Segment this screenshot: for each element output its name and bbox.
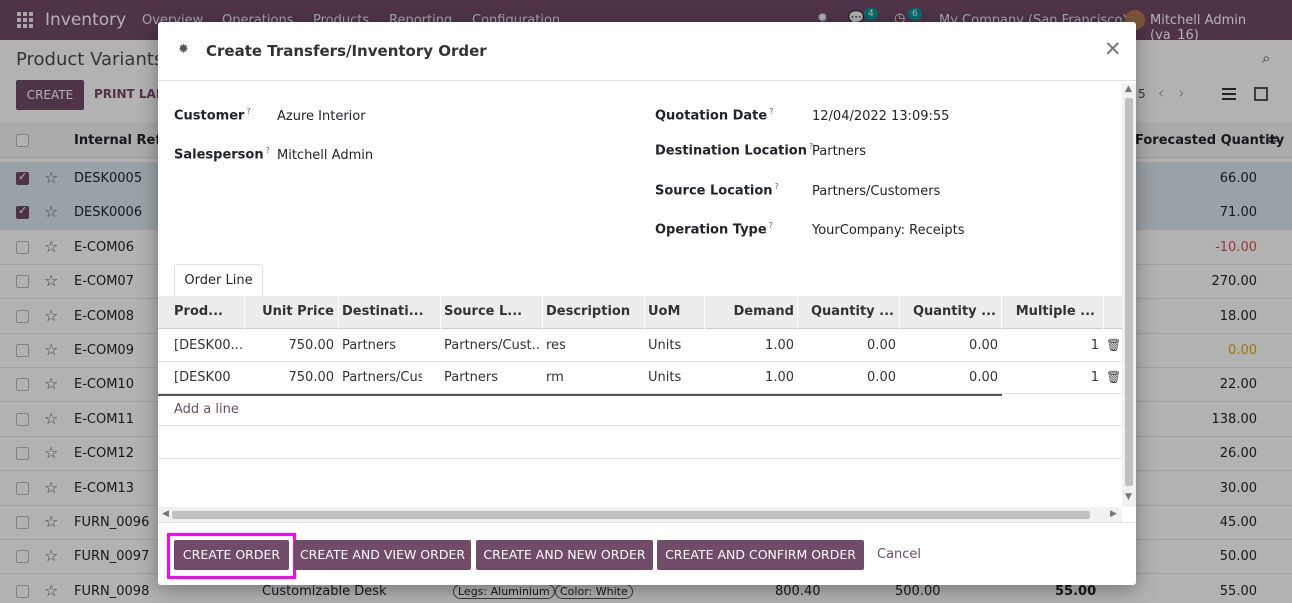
- salesperson-field[interactable]: Mitchell Admin: [277, 148, 373, 163]
- col-unit-price[interactable]: Unit Price: [248, 304, 334, 319]
- scroll-right-icon[interactable]: ▶: [1110, 509, 1117, 519]
- operation-type-label: Operation Type?: [655, 221, 773, 238]
- cell-quantity-1[interactable]: 0.00: [801, 338, 896, 353]
- cell-destination[interactable]: Partners/Cust: [342, 370, 422, 385]
- quotation-date-label: Quotation Date?: [655, 107, 774, 124]
- add-a-line-link[interactable]: Add a line: [174, 402, 239, 417]
- cell-source[interactable]: Partners/Cust...: [444, 338, 540, 353]
- create-and-confirm-order-button[interactable]: CREATE AND CONFIRM ORDER: [657, 540, 864, 570]
- tab-order-line[interactable]: Order Line: [174, 264, 263, 297]
- cell-quantity-2[interactable]: 0.00: [903, 338, 998, 353]
- order-lines-header: Prod... Unit Price Destinati... Source L…: [158, 296, 1122, 329]
- col-quantity-1[interactable]: Quantity ...: [801, 304, 894, 319]
- close-icon[interactable]: ✕: [1104, 38, 1122, 60]
- destination-location-label: Destination Location?: [655, 142, 814, 159]
- col-product[interactable]: Prod...: [174, 304, 244, 319]
- cell-multiple[interactable]: 1: [1005, 338, 1099, 353]
- salesperson-label: Salesperson?: [174, 146, 270, 163]
- cell-uom[interactable]: Units: [648, 370, 704, 385]
- cell-quantity-2[interactable]: 0.00: [903, 370, 998, 385]
- operation-type-field[interactable]: YourCompany: Receipts: [812, 223, 965, 238]
- customer-label: Customer?: [174, 107, 251, 124]
- order-line-row[interactable]: [DESK00... 750.00 Partners Partners/Cust…: [158, 330, 1122, 362]
- cell-description[interactable]: rm: [546, 370, 642, 385]
- horizontal-scrollbar[interactable]: ◀ ▶: [158, 507, 1122, 522]
- source-location-field[interactable]: Partners/Customers: [812, 184, 940, 199]
- col-destination[interactable]: Destinati...: [342, 304, 438, 319]
- cell-description[interactable]: res: [546, 338, 642, 353]
- cell-product[interactable]: [DESK00: [174, 370, 242, 385]
- cell-multiple[interactable]: 1: [1005, 370, 1099, 385]
- dialog-header: ✹ Create Transfers/Inventory Order ✕: [158, 22, 1136, 81]
- cancel-button[interactable]: Cancel: [877, 547, 921, 562]
- dialog-title: Create Transfers/Inventory Order: [206, 42, 487, 60]
- scroll-up-icon[interactable]: ▲: [1125, 84, 1132, 94]
- quotation-date-field[interactable]: 12/04/2022 13:09:55: [812, 109, 949, 124]
- col-uom[interactable]: UoM: [648, 304, 704, 319]
- col-description[interactable]: Description: [546, 304, 642, 319]
- col-demand[interactable]: Demand: [708, 304, 795, 319]
- vertical-scrollbar[interactable]: ▲ ▼: [1122, 84, 1136, 507]
- destination-location-field[interactable]: Partners: [812, 144, 866, 159]
- cell-product[interactable]: [DESK00...: [174, 338, 242, 353]
- cell-unit-price[interactable]: 750.00: [248, 370, 335, 385]
- col-multiple[interactable]: Multiple ...: [1005, 304, 1095, 319]
- create-order-button[interactable]: CREATE ORDER: [174, 540, 289, 570]
- customer-field[interactable]: Azure Interior: [277, 109, 366, 124]
- create-order-dialog: ✹ Create Transfers/Inventory Order ✕ Cus…: [158, 22, 1136, 585]
- bug-icon: ✹: [178, 42, 189, 57]
- cell-unit-price[interactable]: 750.00: [248, 338, 335, 353]
- order-lines-footer: [158, 425, 1122, 459]
- cell-demand[interactable]: 1.00: [708, 370, 794, 385]
- scroll-left-icon[interactable]: ◀: [162, 509, 169, 519]
- create-and-view-order-button[interactable]: CREATE AND VIEW ORDER: [294, 540, 471, 570]
- order-line-row[interactable]: [DESK00 750.00 Partners/Cust Partners rm…: [158, 362, 1122, 394]
- source-location-label: Source Location?: [655, 182, 779, 199]
- horizontal-scrollbar-thumb[interactable]: [172, 511, 1090, 519]
- dialog-body: Customer? Azure Interior Salesperson? Mi…: [158, 82, 1136, 522]
- cell-uom[interactable]: Units: [648, 338, 704, 353]
- dialog-footer: CREATE ORDER CREATE AND VIEW ORDER CREAT…: [158, 522, 1136, 585]
- col-quantity-2[interactable]: Quantity ...: [903, 304, 996, 319]
- col-source[interactable]: Source L...: [444, 304, 540, 319]
- vertical-scrollbar-thumb[interactable]: [1125, 98, 1133, 486]
- cell-source[interactable]: Partners: [444, 370, 540, 385]
- cell-quantity-1[interactable]: 0.00: [801, 370, 896, 385]
- create-and-new-order-button[interactable]: CREATE AND NEW ORDER: [476, 540, 653, 570]
- trash-icon[interactable]: 🗑: [1106, 370, 1121, 384]
- scroll-down-icon[interactable]: ▼: [1125, 492, 1132, 502]
- trash-icon[interactable]: 🗑: [1106, 338, 1121, 352]
- cell-destination[interactable]: Partners: [342, 338, 438, 353]
- row-edit-underline: [158, 394, 1002, 396]
- cell-demand[interactable]: 1.00: [708, 338, 794, 353]
